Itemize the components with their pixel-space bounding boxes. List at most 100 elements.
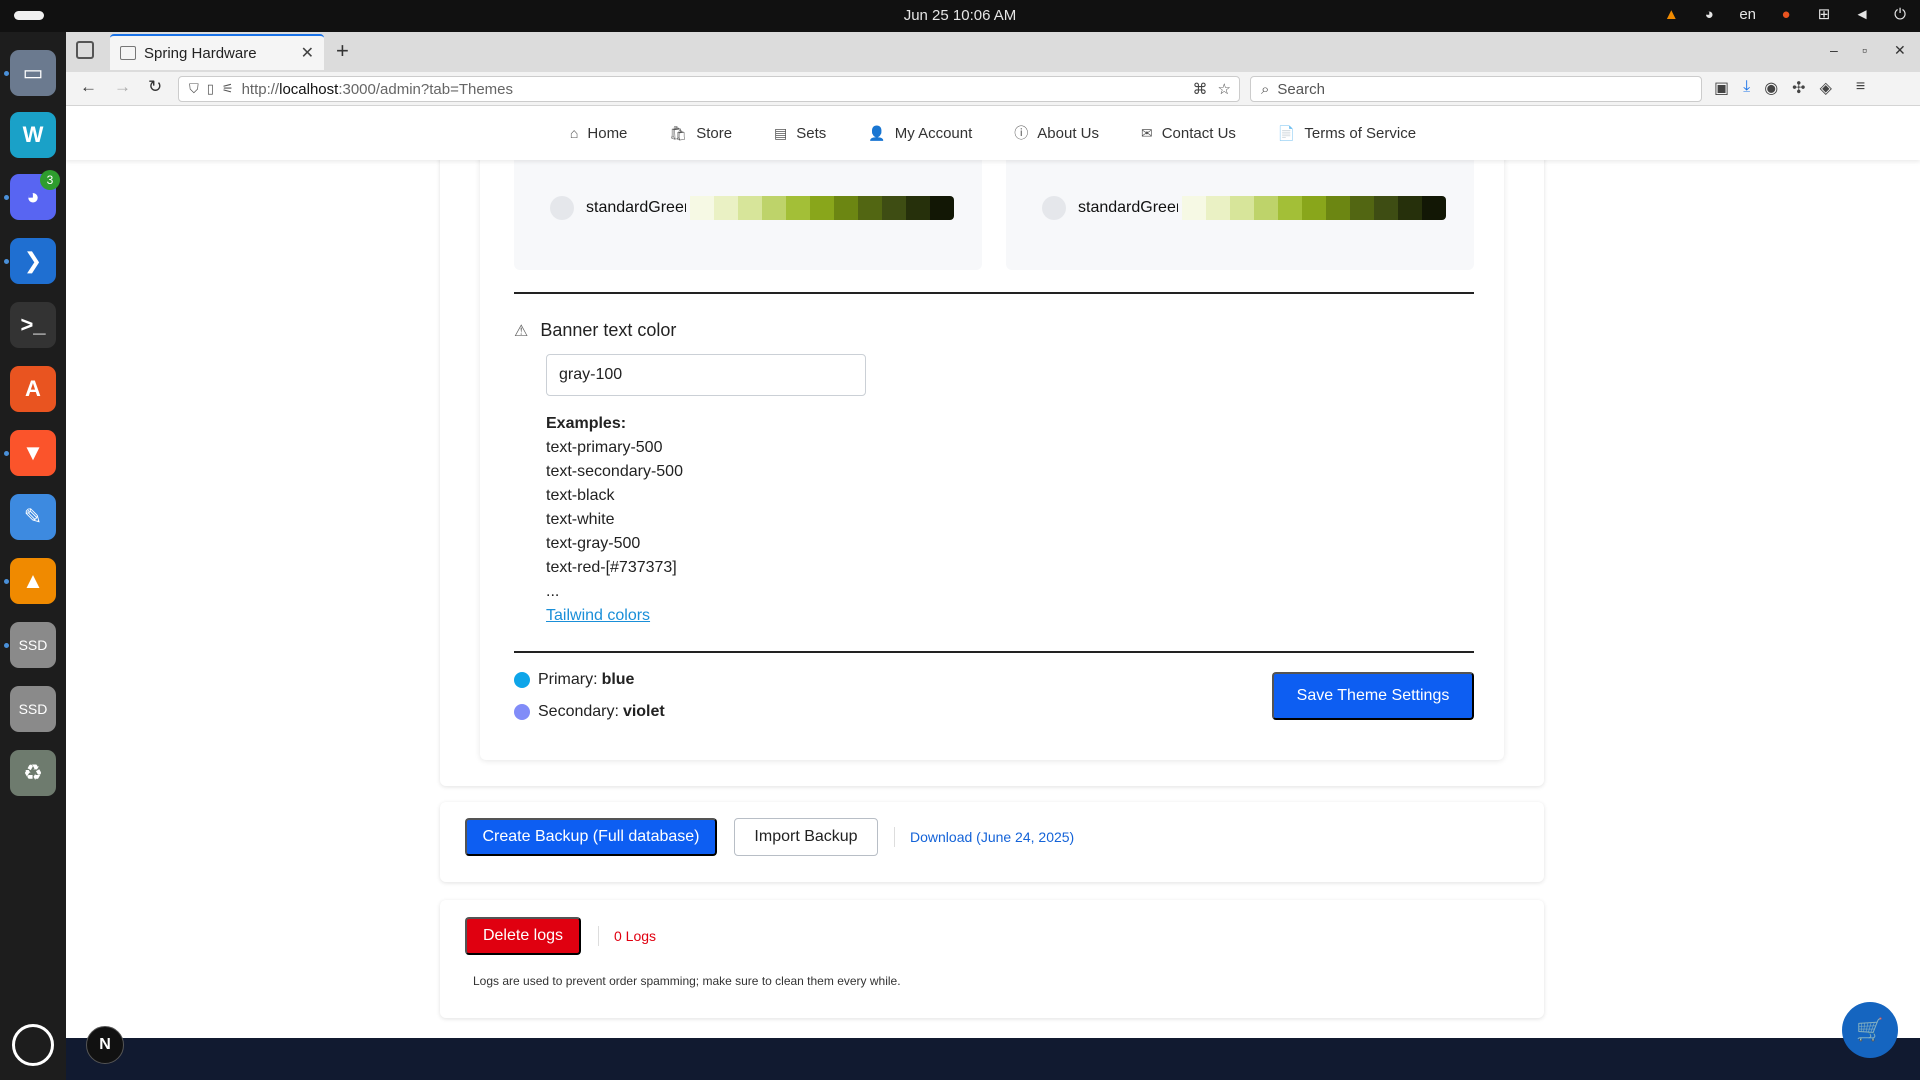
page-info-icon[interactable]: ▯ xyxy=(207,81,214,97)
power-icon[interactable]: ⏻ xyxy=(1892,6,1908,23)
palette-radio[interactable] xyxy=(1042,196,1066,220)
primary-palette-card: deepBlue standardGreen xyxy=(514,146,982,270)
windsurf-icon[interactable]: W xyxy=(10,112,56,158)
page-favicon-icon xyxy=(120,46,136,60)
nextjs-dev-indicator[interactable]: N xyxy=(86,1026,124,1064)
sidebar-toggle-icon[interactable] xyxy=(76,41,94,59)
close-window-icon[interactable]: ✕ xyxy=(1894,42,1906,59)
primary-value: blue xyxy=(601,671,635,688)
nav-link-contact-us[interactable]: ✉ Contact Us xyxy=(1141,125,1236,142)
volume-icon[interactable]: ◄ xyxy=(1854,6,1870,23)
nav-link-sets[interactable]: ▤ Sets xyxy=(774,125,826,142)
network-icon[interactable]: ⊞ xyxy=(1816,5,1832,23)
color-swatch xyxy=(1422,196,1446,220)
vscode-icon[interactable]: ❯ xyxy=(10,238,56,284)
color-swatch xyxy=(714,196,738,220)
url-bar[interactable]: ⛉ ▯ ⚟ http://localhost:3000/admin?tab=Th… xyxy=(178,76,1240,102)
nav-link-home[interactable]: ⌂ Home xyxy=(570,125,627,142)
notification-badge: 3 xyxy=(40,170,60,190)
new-tab-icon[interactable]: + xyxy=(336,38,349,64)
tab-title: Spring Hardware xyxy=(144,44,257,62)
color-swatch xyxy=(1326,196,1350,220)
logs-card xyxy=(440,900,1544,1018)
nav-label: My Account xyxy=(894,124,973,142)
running-indicator xyxy=(4,71,9,76)
brave-icon[interactable]: ▼ xyxy=(10,430,56,476)
pocket-icon[interactable]: ▣ xyxy=(1714,78,1729,98)
forward-icon[interactable]: → xyxy=(114,77,131,97)
menu-icon[interactable]: ≡ xyxy=(1856,78,1865,98)
app-center-icon[interactable]: A xyxy=(10,366,56,412)
show-apps-icon[interactable] xyxy=(12,1024,54,1066)
banner-text-color-input[interactable] xyxy=(546,354,866,396)
dock-glyph: A xyxy=(25,376,41,401)
save-theme-settings-button[interactable]: Save Theme Settings xyxy=(1272,672,1474,720)
nav-link-about-us[interactable]: ⓘ About Us xyxy=(1014,123,1099,143)
cart-button[interactable]: 🛒 xyxy=(1842,1002,1898,1058)
minimize-icon[interactable]: – xyxy=(1830,42,1838,58)
example-item: text-secondary-500 xyxy=(546,463,683,480)
search-bar[interactable]: ⌕ Search xyxy=(1250,76,1702,102)
microphone-icon[interactable]: ● xyxy=(1778,6,1794,23)
discord-icon[interactable]: ◕ 3 xyxy=(10,170,60,220)
standardgreen-swatches xyxy=(690,196,954,220)
system-clock[interactable]: Jun 25 10:06 AM xyxy=(0,7,1920,24)
section-divider xyxy=(514,651,1474,653)
running-indicator xyxy=(4,451,9,456)
nav-link-store[interactable]: 🛍 Store xyxy=(669,125,732,142)
palette-option-standardgreen[interactable]: standardGreen xyxy=(550,196,954,220)
palette-radio[interactable] xyxy=(550,196,574,220)
nav-label: Contact Us xyxy=(1161,124,1236,142)
reload-icon[interactable]: ↻ xyxy=(148,77,162,97)
download-backup-link[interactable]: Download (June 24, 2025) xyxy=(910,829,1074,845)
create-backup-button[interactable]: Create Backup (Full database) xyxy=(465,818,717,856)
delete-logs-button[interactable]: Delete logs xyxy=(465,917,581,955)
logs-count: 0 Logs xyxy=(614,928,657,944)
browser-nav-bar: ← → ↻ ⛉ ▯ ⚟ http://localhost:3000/admin?… xyxy=(66,72,1920,106)
nav-link-my-account[interactable]: 👤 My Account xyxy=(868,125,972,142)
ssd-2-icon[interactable]: SSD xyxy=(10,686,56,732)
close-tab-icon[interactable]: ✕ xyxy=(301,43,314,63)
shield-icon[interactable]: ⛉ xyxy=(189,81,199,97)
color-swatch xyxy=(786,196,810,220)
user-icon: 👤 xyxy=(868,124,886,141)
bookmark-star-icon[interactable]: ☆ xyxy=(1218,80,1231,98)
dock-glyph: SSD xyxy=(18,637,48,653)
tailwind-colors-link[interactable]: Tailwind colors xyxy=(546,607,650,624)
running-indicator xyxy=(4,259,9,264)
vlc-tray-icon[interactable]: ▲ xyxy=(1663,6,1679,23)
separator xyxy=(894,827,895,847)
text-editor-icon[interactable]: ✎ xyxy=(10,494,56,540)
browser-tab[interactable]: Spring Hardware ✕ xyxy=(110,34,324,70)
restore-icon[interactable]: ▫ xyxy=(1862,42,1867,58)
account-icon[interactable]: ◉ xyxy=(1764,78,1778,98)
import-backup-button[interactable]: Import Backup xyxy=(734,818,878,856)
color-swatch xyxy=(1302,196,1326,220)
primary-label: Primary: xyxy=(538,671,598,688)
trash-icon[interactable]: ♻ xyxy=(10,750,56,796)
browser-tab-bar: Spring Hardware ✕ + – ▫ ✕ xyxy=(66,32,1920,72)
palette-option-standardgreen[interactable]: standardGreen xyxy=(1042,196,1446,220)
discord-tray-icon[interactable]: ◕ xyxy=(1701,6,1717,23)
vlc-icon[interactable]: ▲ xyxy=(10,558,56,604)
language-indicator[interactable]: en xyxy=(1739,6,1756,23)
downloads-icon[interactable]: ⤓ xyxy=(1743,78,1750,98)
permissions-icon[interactable]: ⚟ xyxy=(222,81,234,97)
files-icon[interactable]: ▭ xyxy=(10,50,56,96)
back-icon[interactable]: ← xyxy=(80,77,97,97)
system-tray: ▲ ◕ en ● ⊞ ◄ ⏻ xyxy=(1663,5,1908,24)
primary-theme-summary: Primary: blue xyxy=(514,671,634,689)
translate-icon[interactable]: ⌘ xyxy=(1193,80,1208,98)
logs-note: Logs are used to prevent order spamming;… xyxy=(473,974,901,988)
page-viewport: deepBlue standardGreen deepBlue standard… xyxy=(66,106,1920,1080)
terminal-icon[interactable]: >_ xyxy=(10,302,56,348)
nav-link-terms-of-service[interactable]: 📄 Terms of Service xyxy=(1278,125,1416,142)
home-icon: ⌂ xyxy=(569,125,579,141)
extension-icon[interactable]: ◈ xyxy=(1820,78,1832,98)
bag-icon: 🛍 xyxy=(669,124,688,141)
secondary-color-dot xyxy=(514,704,530,720)
extensions-icon[interactable]: ✣ xyxy=(1792,78,1805,98)
ssd-1-icon[interactable]: SSD xyxy=(10,622,56,668)
mail-icon: ✉ xyxy=(1140,124,1153,141)
dock-glyph: ▭ xyxy=(22,60,44,85)
